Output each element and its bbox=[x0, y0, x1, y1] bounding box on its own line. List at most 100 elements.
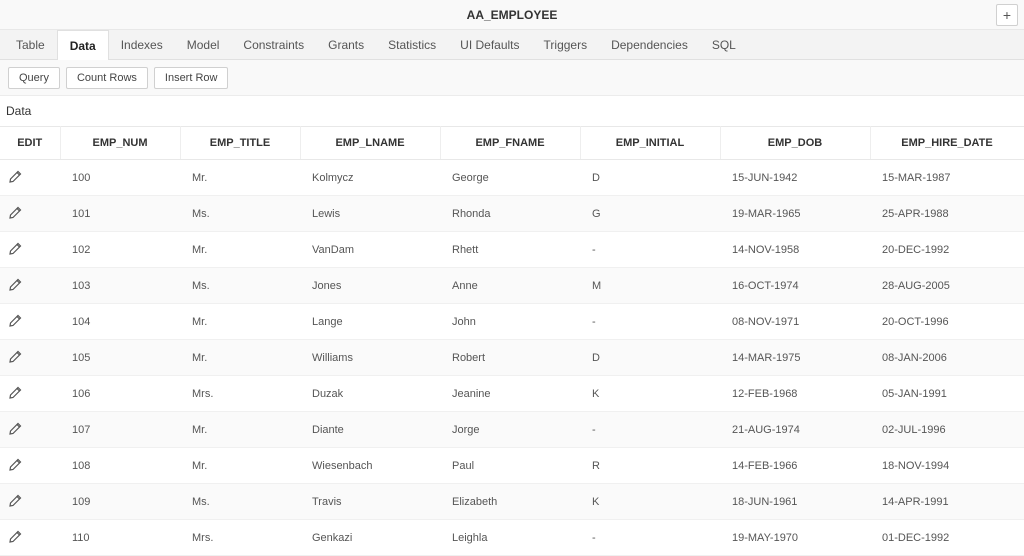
cell-dob: 12-FEB-1968 bbox=[720, 376, 870, 412]
cell-dob: 08-NOV-1971 bbox=[720, 304, 870, 340]
cell-initial: D bbox=[580, 160, 720, 196]
edit-cell bbox=[0, 160, 60, 196]
cell-num: 106 bbox=[60, 376, 180, 412]
pencil-icon[interactable] bbox=[8, 348, 24, 364]
col-emp-num[interactable]: EMP_NUM bbox=[60, 127, 180, 160]
tab-label: Grants bbox=[328, 38, 364, 52]
cell-title: Mr. bbox=[180, 412, 300, 448]
cell-dob: 19-MAR-1965 bbox=[720, 196, 870, 232]
pencil-icon[interactable] bbox=[8, 528, 24, 544]
tab-grants[interactable]: Grants bbox=[316, 30, 376, 59]
cell-lname: Lange bbox=[300, 304, 440, 340]
edit-cell bbox=[0, 484, 60, 520]
cell-hire: 05-JAN-1991 bbox=[870, 376, 1024, 412]
cell-hire: 18-NOV-1994 bbox=[870, 448, 1024, 484]
cell-title: Mrs. bbox=[180, 376, 300, 412]
cell-num: 103 bbox=[60, 268, 180, 304]
tab-sql[interactable]: SQL bbox=[700, 30, 748, 59]
cell-dob: 16-OCT-1974 bbox=[720, 268, 870, 304]
add-button[interactable]: + bbox=[996, 4, 1018, 26]
cell-fname: John bbox=[440, 304, 580, 340]
edit-cell bbox=[0, 232, 60, 268]
cell-hire: 02-JUL-1996 bbox=[870, 412, 1024, 448]
col-emp-title[interactable]: EMP_TITLE bbox=[180, 127, 300, 160]
pencil-icon[interactable] bbox=[8, 204, 24, 220]
pencil-icon[interactable] bbox=[8, 420, 24, 436]
cell-fname: Robert bbox=[440, 340, 580, 376]
cell-dob: 19-MAY-1970 bbox=[720, 520, 870, 556]
pencil-icon[interactable] bbox=[8, 312, 24, 328]
count-rows-button[interactable]: Count Rows bbox=[66, 67, 148, 89]
tab-data[interactable]: Data bbox=[57, 30, 109, 60]
tab-triggers[interactable]: Triggers bbox=[532, 30, 600, 59]
cell-title: Mr. bbox=[180, 340, 300, 376]
edit-cell bbox=[0, 376, 60, 412]
cell-fname: Leighla bbox=[440, 520, 580, 556]
table-row: 107Mr.DianteJorge-21-AUG-197402-JUL-1996 bbox=[0, 412, 1024, 448]
pencil-icon[interactable] bbox=[8, 492, 24, 508]
tab-label: Constraints bbox=[243, 38, 304, 52]
cell-fname: Anne bbox=[440, 268, 580, 304]
tab-constraints[interactable]: Constraints bbox=[231, 30, 316, 59]
cell-lname: Genkazi bbox=[300, 520, 440, 556]
tab-statistics[interactable]: Statistics bbox=[376, 30, 448, 59]
query-button[interactable]: Query bbox=[8, 67, 60, 89]
cell-initial: M bbox=[580, 268, 720, 304]
tab-label: Table bbox=[16, 38, 45, 52]
cell-title: Ms. bbox=[180, 196, 300, 232]
table-row: 104Mr.LangeJohn-08-NOV-197120-OCT-1996 bbox=[0, 304, 1024, 340]
cell-hire: 28-AUG-2005 bbox=[870, 268, 1024, 304]
cell-fname: Rhonda bbox=[440, 196, 580, 232]
cell-num: 110 bbox=[60, 520, 180, 556]
col-emp-hire-date[interactable]: EMP_HIRE_DATE bbox=[870, 127, 1024, 160]
cell-initial: D bbox=[580, 340, 720, 376]
tab-dependencies[interactable]: Dependencies bbox=[599, 30, 700, 59]
pencil-icon[interactable] bbox=[8, 240, 24, 256]
cell-initial: G bbox=[580, 196, 720, 232]
col-emp-dob[interactable]: EMP_DOB bbox=[720, 127, 870, 160]
tab-ui-defaults[interactable]: UI Defaults bbox=[448, 30, 531, 59]
toolbar: Query Count Rows Insert Row bbox=[0, 60, 1024, 96]
table-row: 100Mr.KolmyczGeorgeD15-JUN-194215-MAR-19… bbox=[0, 160, 1024, 196]
col-edit[interactable]: EDIT bbox=[0, 127, 60, 160]
table-row: 110Mrs.GenkaziLeighla-19-MAY-197001-DEC-… bbox=[0, 520, 1024, 556]
tab-indexes[interactable]: Indexes bbox=[109, 30, 175, 59]
cell-lname: Jones bbox=[300, 268, 440, 304]
pencil-icon[interactable] bbox=[8, 384, 24, 400]
tab-label: Model bbox=[187, 38, 220, 52]
section-label: Data bbox=[0, 96, 1024, 126]
pencil-icon[interactable] bbox=[8, 168, 24, 184]
table-row: 103Ms.JonesAnneM16-OCT-197428-AUG-2005 bbox=[0, 268, 1024, 304]
pencil-icon[interactable] bbox=[8, 276, 24, 292]
edit-cell bbox=[0, 304, 60, 340]
cell-num: 101 bbox=[60, 196, 180, 232]
cell-title: Mr. bbox=[180, 448, 300, 484]
cell-initial: - bbox=[580, 232, 720, 268]
cell-dob: 21-AUG-1974 bbox=[720, 412, 870, 448]
edit-cell bbox=[0, 412, 60, 448]
table-row: 106Mrs.DuzakJeanineK12-FEB-196805-JAN-19… bbox=[0, 376, 1024, 412]
cell-lname: Travis bbox=[300, 484, 440, 520]
col-emp-lname[interactable]: EMP_LNAME bbox=[300, 127, 440, 160]
cell-initial: - bbox=[580, 304, 720, 340]
tab-table[interactable]: Table bbox=[4, 30, 57, 59]
cell-fname: Jeanine bbox=[440, 376, 580, 412]
header-row: EDIT EMP_NUM EMP_TITLE EMP_LNAME EMP_FNA… bbox=[0, 127, 1024, 160]
cell-dob: 15-JUN-1942 bbox=[720, 160, 870, 196]
pencil-icon[interactable] bbox=[8, 456, 24, 472]
title-bar: AA_EMPLOYEE + bbox=[0, 0, 1024, 30]
tab-label: UI Defaults bbox=[460, 38, 519, 52]
col-emp-initial[interactable]: EMP_INITIAL bbox=[580, 127, 720, 160]
tab-label: Triggers bbox=[544, 38, 588, 52]
cell-lname: Diante bbox=[300, 412, 440, 448]
tab-model[interactable]: Model bbox=[175, 30, 232, 59]
cell-initial: K bbox=[580, 484, 720, 520]
cell-dob: 14-NOV-1958 bbox=[720, 232, 870, 268]
insert-row-button[interactable]: Insert Row bbox=[154, 67, 229, 89]
cell-dob: 14-MAR-1975 bbox=[720, 340, 870, 376]
cell-num: 108 bbox=[60, 448, 180, 484]
col-emp-fname[interactable]: EMP_FNAME bbox=[440, 127, 580, 160]
cell-initial: R bbox=[580, 448, 720, 484]
tab-label: SQL bbox=[712, 38, 736, 52]
table-row: 109Ms.TravisElizabethK18-JUN-196114-APR-… bbox=[0, 484, 1024, 520]
